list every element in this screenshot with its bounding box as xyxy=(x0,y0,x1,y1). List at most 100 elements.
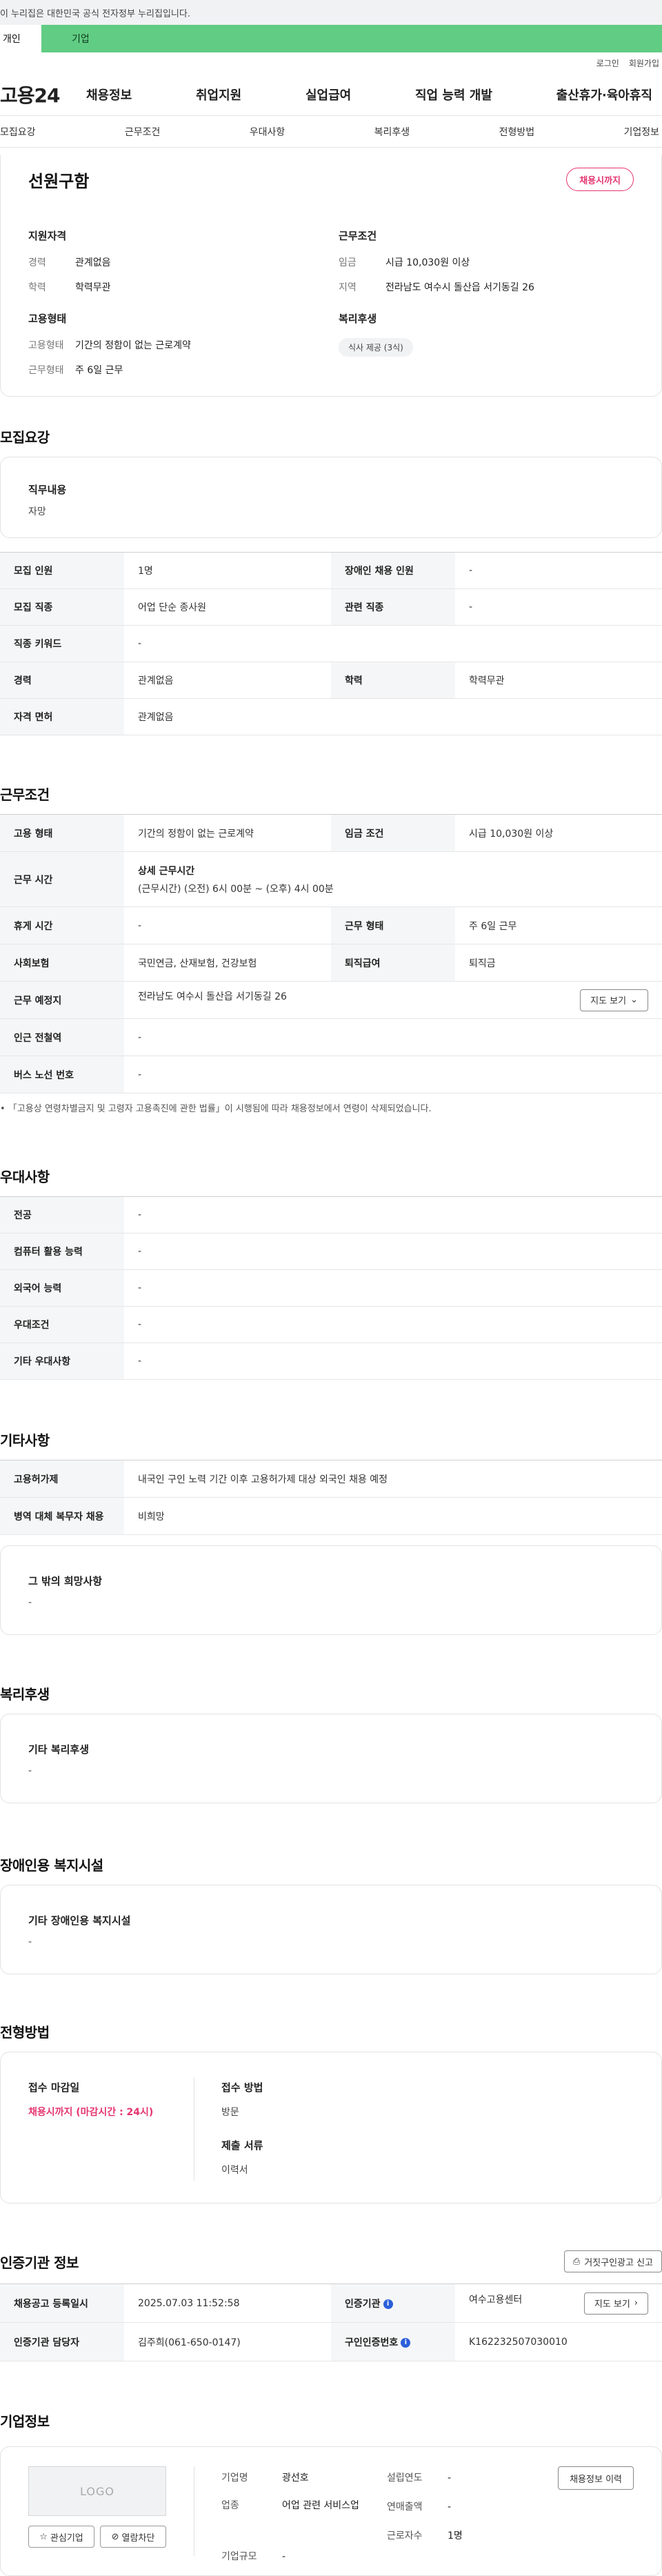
cell-value: 김주희(061-650-0147) xyxy=(124,2322,331,2361)
gnb-training[interactable]: 직업 능력 개발 xyxy=(415,86,492,103)
cell-key: 모집 직종 xyxy=(0,588,124,626)
career-value: 관계없음 xyxy=(75,257,111,268)
cell-key: 자격 면허 xyxy=(0,698,124,735)
cert-org-cell: 여수고용센터 지도 보기 › xyxy=(455,2283,662,2323)
table-row: 근무 시간 상세 근무시간 (근무시간) (오전) 6시 00분 ~ (오후) … xyxy=(0,851,662,907)
signup-link[interactable]: 회원가입 xyxy=(629,57,659,69)
table-row: 인증기관 담당자 김주희(061-650-0147) 구인인증번호 i K1622… xyxy=(0,2322,662,2361)
report-fake-ad-button[interactable]: ⎙ 거짓구인광고 신고 xyxy=(563,2250,662,2272)
work-table: 고용 형태 기간의 정함이 없는 근로계약 임금 조건 시급 10,030원 이… xyxy=(0,814,662,1093)
table-row: 외국어 능력 - xyxy=(0,1269,662,1307)
anchor-selection[interactable]: 전형방법 xyxy=(499,125,535,139)
company-row: 기업명 광선호 xyxy=(221,2470,309,2484)
site-logo[interactable]: 고용24 xyxy=(0,81,86,108)
company-size-key: 기업규모 xyxy=(221,2551,257,2562)
map-button-label: 지도 보기 xyxy=(590,996,627,1007)
anchor-work[interactable]: 근무조건 xyxy=(125,125,161,139)
gnb-employment-support[interactable]: 취업지원 xyxy=(196,86,241,103)
cell-value: 국민연금, 산재보험, 건강보험 xyxy=(124,944,331,982)
cell-key: 기타 우대사항 xyxy=(0,1343,124,1380)
cell-value: K162232507030010 xyxy=(455,2322,662,2361)
anchor-recruit[interactable]: 모집요강 xyxy=(0,125,36,139)
table-row: 고용허가제 내국인 구인 노력 기간 이후 고용허가제 대상 외국인 채용 예정 xyxy=(0,1460,662,1498)
cell-value: 퇴직금 xyxy=(455,944,662,982)
cert-map-button[interactable]: 지도 보기 › xyxy=(583,2292,648,2315)
tab-personal[interactable]: 개인 xyxy=(0,25,41,52)
company-row: 설립연도 - xyxy=(387,2470,451,2484)
welfare-block: 복리후생 식사 제공 (3식) xyxy=(339,311,413,357)
cell-value: - xyxy=(124,1233,662,1270)
cell-key: 컴퓨터 활용 능력 xyxy=(0,1233,124,1270)
anchor-company[interactable]: 기업정보 xyxy=(623,125,659,139)
map-button[interactable]: 지도 보기 ⌄ xyxy=(580,989,648,1011)
block-button-label: 열람차단 xyxy=(121,2533,155,2544)
deadline-label: 접수 마감일 xyxy=(28,2081,80,2094)
welfare-chip: 식사 제공 (3식) xyxy=(339,338,413,357)
cell-value: 내국인 구인 노력 기간 이후 고용허가제 대상 외국인 채용 예정 xyxy=(124,1460,662,1498)
company-name-value: 광선호 xyxy=(282,2473,309,2484)
star-icon: ☆ xyxy=(39,2531,48,2542)
company-sales-key: 연매출액 xyxy=(387,2501,423,2513)
wage-key: 임금 xyxy=(339,257,357,268)
cell-key: 인근 전철역 xyxy=(0,1018,124,1056)
company-row: 기업규모 - xyxy=(221,2549,285,2563)
gnb-job-info[interactable]: 채용정보 xyxy=(86,86,132,103)
workform-value: 주 6일 근무 xyxy=(75,365,123,376)
deadline-badge: 채용시까지 xyxy=(566,168,634,191)
cert-org-value: 여수고용센터 xyxy=(469,2294,523,2306)
cell-value: - xyxy=(455,552,662,589)
gnb-unemployment[interactable]: 실업급여 xyxy=(305,86,351,103)
global-nav: 고용24 채용정보 취업지원 실업급여 직업 능력 개발 출산휴가·육아휴직 xyxy=(0,73,662,116)
tab-business[interactable]: 기업 xyxy=(41,25,662,52)
table-row: 버스 노선 번호 - xyxy=(0,1056,662,1093)
duty-value: 자망 xyxy=(28,506,46,517)
anchor-pref[interactable]: 우대사항 xyxy=(250,125,285,139)
table-row: 컴퓨터 활용 능력 - xyxy=(0,1233,662,1270)
job-history-button[interactable]: 채용정보 이력 xyxy=(558,2466,634,2490)
disabled-facility-box: 기타 장애인용 복지시설 - xyxy=(0,1885,662,1974)
cell-value: 기간의 정함이 없는 근로계약 xyxy=(124,814,331,852)
company-sales-value: - xyxy=(448,2501,452,2513)
qualification-head: 지원자격 xyxy=(28,230,67,242)
info-icon[interactable]: i xyxy=(383,2299,393,2309)
age-notice-text: 「고용상 연령차별금지 및 고령자 고용촉진에 관한 법률」이 시행됨에 따라 … xyxy=(8,1104,432,1114)
welfare-value: - xyxy=(28,1765,32,1776)
cell-value: - xyxy=(124,1269,662,1307)
block-icon: ⊘ xyxy=(111,2531,119,2542)
cell-key: 장애인 채용 인원 xyxy=(331,552,455,589)
cell-key: 근무 형태 xyxy=(331,906,455,944)
welfare-head: 복리후생 xyxy=(339,313,377,325)
company-founded-value: - xyxy=(448,2473,452,2484)
age-notice: • 「고용상 연령차별금지 및 고령자 고용촉진에 관한 법률」이 시행됨에 따… xyxy=(0,1104,432,1114)
table-row: 사회보험 국민연금, 산재보험, 건강보험 퇴직급여 퇴직금 xyxy=(0,944,662,982)
cell-key: 경력 xyxy=(0,662,124,699)
block-view-button[interactable]: ⊘ 열람차단 xyxy=(100,2526,166,2548)
report-icon: ⎙ xyxy=(572,2256,581,2267)
favorite-company-button[interactable]: ☆ 관심기업 xyxy=(28,2526,94,2548)
section-title-selection: 전형방법 xyxy=(0,2024,50,2041)
cell-value: 학력무관 xyxy=(455,662,662,699)
cell-value: 관계없음 xyxy=(124,662,331,699)
cell-key: 퇴직급여 xyxy=(331,944,455,982)
duty-label: 직무내용 xyxy=(28,484,67,496)
section-title-welfare: 복리후생 xyxy=(0,1686,50,1703)
login-link[interactable]: 로그인 xyxy=(596,57,619,69)
section-title-etc: 기타사항 xyxy=(0,1432,50,1449)
employment-block: 고용형태 고용형태 기간의 정함이 없는 근로계약 근무형태 주 6일 근무 xyxy=(28,311,191,388)
company-industry-key: 업종 xyxy=(221,2500,239,2511)
table-row: 자격 면허 관계없음 xyxy=(0,698,662,735)
section-title-cert: 인증기관 정보 xyxy=(0,2255,79,2271)
cell-value: 주 6일 근무 xyxy=(455,906,662,944)
region-value: 전라남도 여수시 돌산읍 서기동길 26 xyxy=(385,282,534,293)
gnb-leave[interactable]: 출산휴가·육아휴직 xyxy=(556,86,652,103)
disabled-facility-label: 기타 장애인용 복지시설 xyxy=(28,1914,131,1927)
anchor-welfare[interactable]: 복리후생 xyxy=(374,125,410,139)
duty-box: 직무내용 자망 xyxy=(0,457,662,538)
docs-value: 이력서 xyxy=(221,2165,248,2176)
company-industry-value: 어업 관련 서비스업 xyxy=(282,2500,359,2511)
cert-table: 채용공고 등록일시 2025.07.03 11:52:58 인증기관 i 여수고용… xyxy=(0,2283,662,2361)
cell-key: 고용 형태 xyxy=(0,814,124,852)
info-icon[interactable]: i xyxy=(401,2337,411,2348)
anchor-nav: 모집요강 근무조건 우대사항 복리후생 전형방법 기업정보 xyxy=(0,116,662,148)
top-utility: 로그인 회원가입 xyxy=(0,52,662,73)
